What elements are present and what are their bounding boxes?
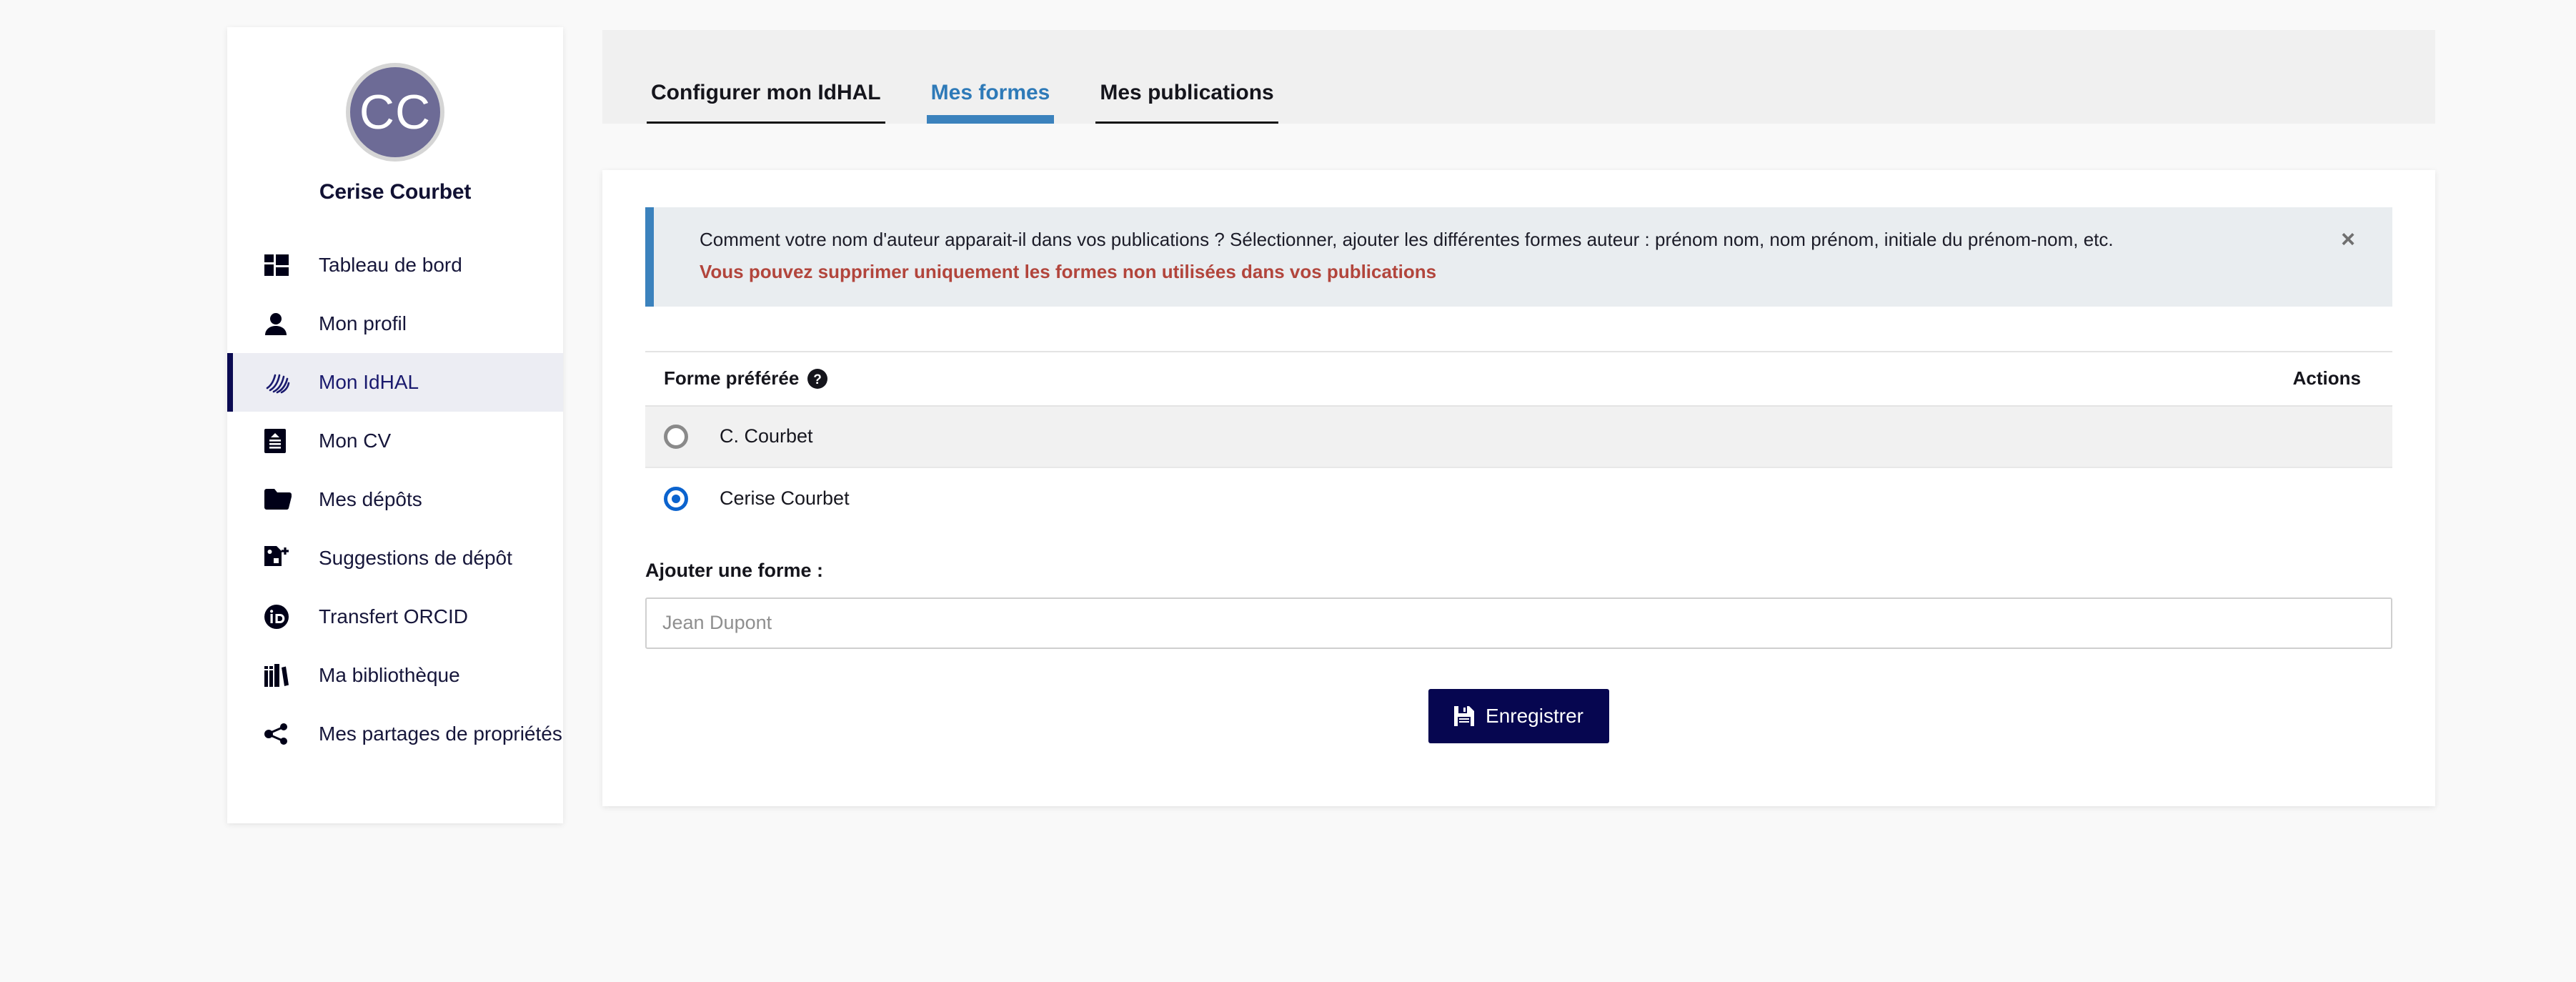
help-circle-icon[interactable]: ?	[807, 368, 828, 389]
floppy-save-icon	[1454, 705, 1475, 726]
tab-bar: Configurer mon IdHAL Mes formes Mes publ…	[602, 30, 2435, 124]
sidebar-nav: Tableau de bord Mon profil Mon IdHAL Mon…	[227, 236, 563, 763]
column-header-label: Forme préférée	[664, 367, 800, 390]
orcid-icon	[264, 605, 297, 629]
close-icon[interactable]: ×	[2341, 227, 2355, 252]
sidebar-item-mon-idhal[interactable]: Mon IdHAL	[227, 353, 563, 412]
radio-forme-preferee-selected[interactable]	[664, 486, 688, 511]
sidebar-item-mes-depots[interactable]: Mes dépôts	[227, 470, 563, 529]
sidebar-item-label: Tableau de bord	[319, 254, 462, 276]
tab-list: Configurer mon IdHAL Mes formes Mes publ…	[647, 30, 1320, 124]
table-row[interactable]: Cerise Courbet	[645, 468, 2392, 530]
tab-mes-formes[interactable]: Mes formes	[926, 81, 1055, 124]
sidebar-item-mes-partages-de-proprietes[interactable]: Mes partages de propriétés	[227, 705, 563, 763]
table-row[interactable]: C. Courbet	[645, 406, 2392, 468]
sidebar-item-label: Mes partages de propriétés	[319, 723, 562, 745]
sidebar-item-suggestions-de-depot[interactable]: Suggestions de dépôt	[227, 529, 563, 587]
tab-underline	[1095, 121, 1278, 124]
main-content-card: Comment votre nom d'auteur apparait-il d…	[602, 170, 2435, 806]
folder-icon	[264, 489, 297, 510]
sidebar-item-label: Suggestions de dépôt	[319, 547, 512, 569]
sidebar: CC Cerise Courbet Tableau de bord Mon pr…	[227, 27, 563, 823]
hal-logo-icon	[264, 370, 297, 395]
alert-text-warning: Vous pouvez supprimer uniquement les for…	[700, 261, 1437, 283]
table-row-label: C. Courbet	[720, 425, 813, 447]
column-header-actions: Actions	[2292, 367, 2361, 390]
sidebar-item-label: Mon profil	[319, 312, 407, 334]
svg-text:?: ?	[814, 372, 822, 387]
tab-mes-publications[interactable]: Mes publications	[1095, 81, 1278, 124]
tab-configurer-mon-idhal[interactable]: Configurer mon IdHAL	[647, 81, 885, 124]
add-form-input[interactable]	[645, 597, 2392, 649]
column-header-forme-preferee: Forme préférée ?	[664, 367, 2218, 390]
save-button-label: Enregistrer	[1486, 704, 1583, 727]
profile-name: Cerise Courbet	[319, 180, 472, 204]
card-inner: Comment votre nom d'auteur apparait-il d…	[602, 170, 2435, 743]
sidebar-item-label: Mon CV	[319, 430, 392, 452]
save-button-container: Enregistrer	[645, 688, 2392, 743]
dashboard-icon	[264, 254, 297, 276]
table-header-row: Forme préférée ? Actions	[645, 350, 2392, 407]
save-button[interactable]: Enregistrer	[1428, 688, 1609, 743]
radio-forme-preferee[interactable]	[664, 424, 688, 449]
sidebar-item-label: Ma bibliothèque	[319, 664, 460, 686]
sidebar-item-transfert-orcid[interactable]: Transfert ORCID	[227, 587, 563, 646]
sidebar-item-mon-profil[interactable]: Mon profil	[227, 294, 563, 353]
tab-label: Mes publications	[1100, 81, 1274, 104]
books-icon	[264, 664, 297, 687]
person-icon	[264, 312, 297, 335]
cv-document-icon	[264, 429, 297, 453]
tab-label: Mes formes	[930, 81, 1050, 104]
file-plus-icon	[264, 546, 297, 570]
page-root: CC Cerise Courbet Tableau de bord Mon pr…	[0, 0, 2576, 982]
avatar: CC	[346, 63, 444, 162]
sidebar-item-ma-bibliotheque[interactable]: Ma bibliothèque	[227, 646, 563, 705]
sidebar-item-tableau-de-bord[interactable]: Tableau de bord	[227, 236, 563, 294]
tab-underline	[647, 121, 885, 124]
sidebar-item-mon-cv[interactable]: Mon CV	[227, 412, 563, 470]
sidebar-item-label: Mes dépôts	[319, 488, 422, 510]
add-form-label: Ajouter une forme :	[645, 559, 824, 581]
sidebar-item-label: Transfert ORCID	[319, 605, 468, 628]
share-icon	[264, 723, 297, 745]
forms-table: Forme préférée ? Actions C. Courbet Ceri…	[645, 350, 2392, 530]
sidebar-item-label: Mon IdHAL	[319, 371, 419, 393]
tab-label: Configurer mon IdHAL	[651, 81, 881, 104]
alert-text-primary: Comment votre nom d'auteur apparait-il d…	[700, 229, 2114, 250]
avatar-container: CC	[227, 27, 563, 162]
tab-underline-active	[926, 115, 1055, 124]
table-row-label: Cerise Courbet	[720, 487, 850, 510]
info-alert: Comment votre nom d'auteur apparait-il d…	[645, 207, 2392, 307]
